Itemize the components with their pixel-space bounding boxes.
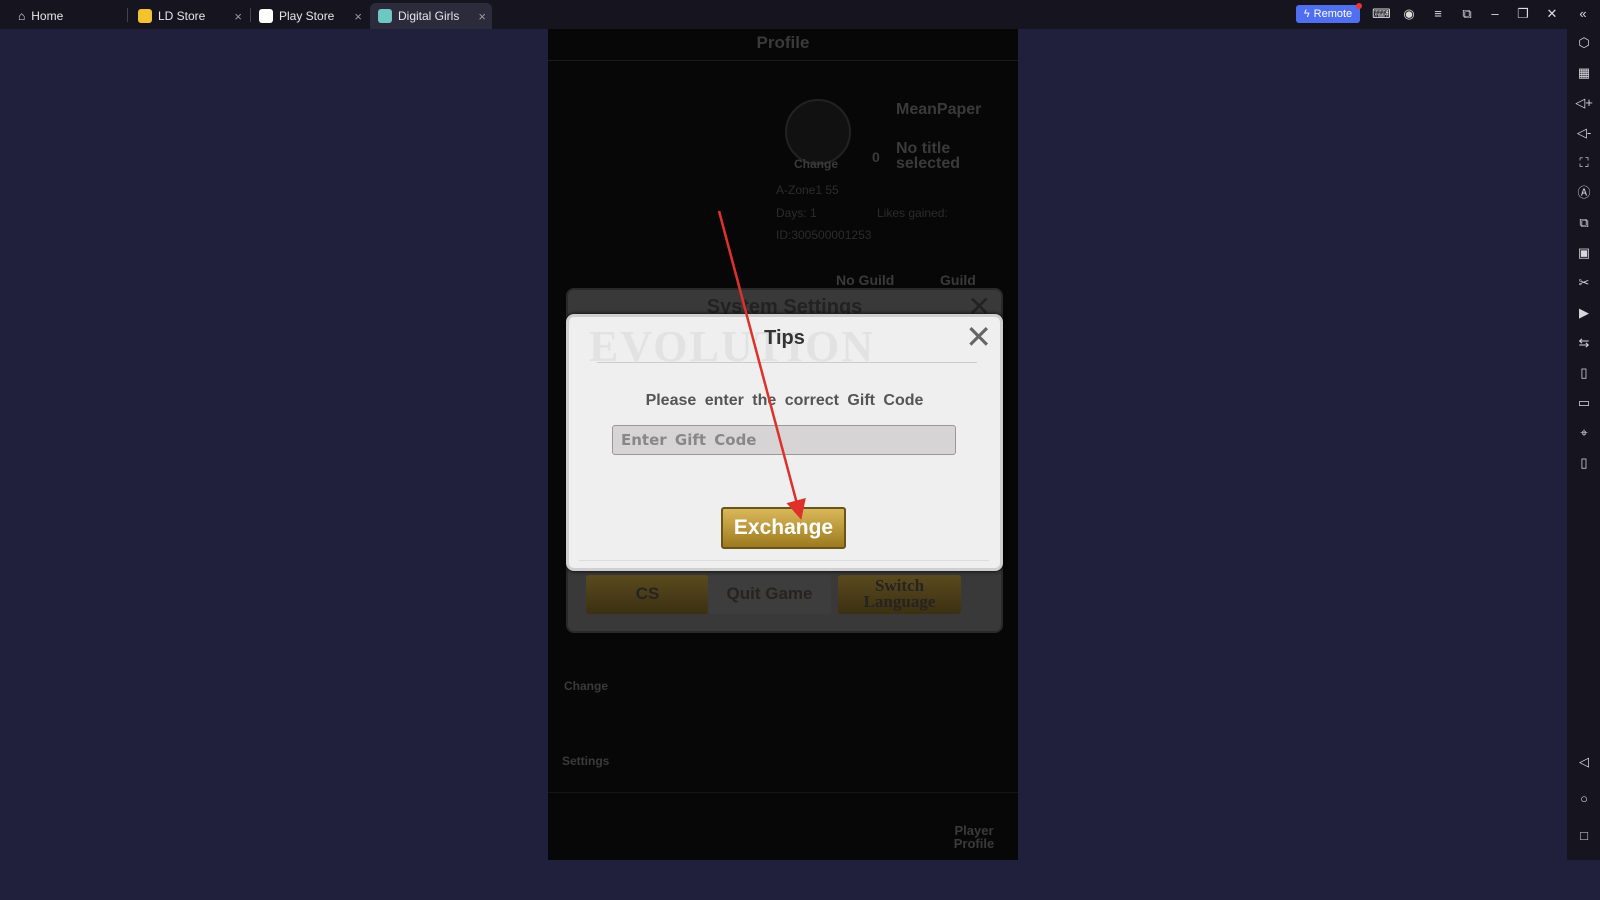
- rotate-icon[interactable]: ▯: [1575, 454, 1593, 472]
- tab-ld-store[interactable]: LD Store ×: [130, 3, 248, 29]
- close-icon[interactable]: ×: [354, 9, 362, 24]
- apk-install-icon[interactable]: ▣: [1575, 244, 1593, 262]
- days-label: Days: 1: [776, 206, 817, 220]
- divider: [597, 362, 977, 363]
- scissors-icon[interactable]: ✂: [1575, 274, 1593, 292]
- volume-down-icon[interactable]: ◁-: [1575, 124, 1593, 142]
- player-title: No title selected: [896, 140, 961, 172]
- close-icon[interactable]: ×: [478, 9, 486, 24]
- tab-bar: ⌂ Home LD Store × Play Store × Digital Girl…: [0, 0, 1600, 29]
- change-button[interactable]: Change: [564, 679, 608, 693]
- recents-icon[interactable]: □: [1575, 827, 1593, 845]
- player-name: MeanPaper: [896, 101, 982, 118]
- close-window-icon[interactable]: ✕: [1544, 6, 1560, 22]
- exchange-button[interactable]: Exchange: [721, 507, 846, 549]
- dialog-title: Tips: [764, 327, 805, 349]
- settings-button[interactable]: Settings: [562, 754, 609, 768]
- switch-language-button[interactable]: Switch Language: [838, 575, 961, 614]
- play-store-icon: [259, 9, 273, 23]
- menu-icon[interactable]: ≡: [1430, 6, 1446, 22]
- cs-button[interactable]: CS: [586, 575, 709, 614]
- zone-label: A-Zone1 55: [776, 183, 839, 197]
- quit-game-button[interactable]: Quit Game: [708, 575, 831, 614]
- avatar-change-label: Change: [794, 157, 839, 171]
- auto-rotate-icon[interactable]: Ⓐ: [1575, 184, 1593, 202]
- tab-digital-girls[interactable]: Digital Girls ×: [370, 3, 492, 29]
- multi-instance-icon[interactable]: ⧉: [1575, 214, 1593, 232]
- location-icon[interactable]: ⌖: [1575, 424, 1593, 442]
- avatar[interactable]: [785, 99, 851, 165]
- home-icon: ⌂: [18, 9, 26, 23]
- collapse-sidebar-icon[interactable]: «: [1575, 6, 1591, 22]
- folder-icon[interactable]: ▭: [1575, 394, 1593, 412]
- tab-play-store[interactable]: Play Store ×: [251, 3, 368, 29]
- minimize-icon[interactable]: –: [1487, 6, 1503, 22]
- fullscreen-icon[interactable]: ⛶: [1575, 154, 1593, 172]
- title-level: 0: [872, 149, 880, 165]
- guild-label: No Guild: [836, 272, 895, 288]
- back-icon[interactable]: ◁: [1575, 753, 1593, 771]
- tab-home[interactable]: ⌂ Home: [10, 3, 120, 29]
- gamepad-icon: [138, 9, 152, 23]
- keyboard-icon[interactable]: ▦: [1575, 64, 1593, 82]
- guild-button[interactable]: Guild: [940, 272, 976, 288]
- restore-icon[interactable]: ❐: [1515, 6, 1531, 22]
- right-toolbar: ⬡ ▦ ◁+ ◁- ⛶ Ⓐ ⧉ ▣ ✂ ▶ ⇆ ▯ ▭ ⌖ ▯ ◁ ○ □: [1567, 29, 1600, 860]
- dialog-message: Please enter the correct Gift Code: [645, 392, 924, 409]
- account-icon[interactable]: ◉: [1401, 6, 1417, 22]
- record-icon[interactable]: ▶: [1575, 304, 1593, 322]
- remote-button[interactable]: ϟ Remote: [1296, 3, 1362, 23]
- page-title: Profile: [548, 29, 1018, 61]
- app-icon: [378, 9, 392, 23]
- home-nav-icon[interactable]: ○: [1575, 790, 1593, 808]
- window-resize-icon[interactable]: ⧉: [1459, 6, 1475, 22]
- game-screen: Profile Change MeanPaper 0 No title sele…: [548, 29, 1018, 860]
- tips-dialog: EVOLUTION Tips ✕ Please enter the correc…: [566, 314, 1003, 571]
- close-icon[interactable]: ×: [234, 9, 242, 24]
- gift-code-input[interactable]: [612, 425, 956, 455]
- lightning-icon: ϟ: [1303, 8, 1310, 20]
- sync-icon[interactable]: ⇆: [1575, 334, 1593, 352]
- notification-dot: [1356, 3, 1362, 9]
- gamepad-icon[interactable]: ⌨: [1372, 6, 1391, 22]
- player-id: ID:300500001253: [776, 228, 872, 242]
- close-icon[interactable]: ✕: [965, 319, 992, 355]
- bottom-strip: [0, 860, 1567, 900]
- player-profile-button[interactable]: Player Profile: [944, 824, 1004, 850]
- likes-label: Likes gained:: [877, 206, 948, 220]
- divider: [579, 560, 989, 561]
- volume-up-icon[interactable]: ◁+: [1575, 94, 1593, 112]
- shake-icon[interactable]: ▯: [1575, 364, 1593, 382]
- settings-icon[interactable]: ⬡: [1575, 34, 1593, 52]
